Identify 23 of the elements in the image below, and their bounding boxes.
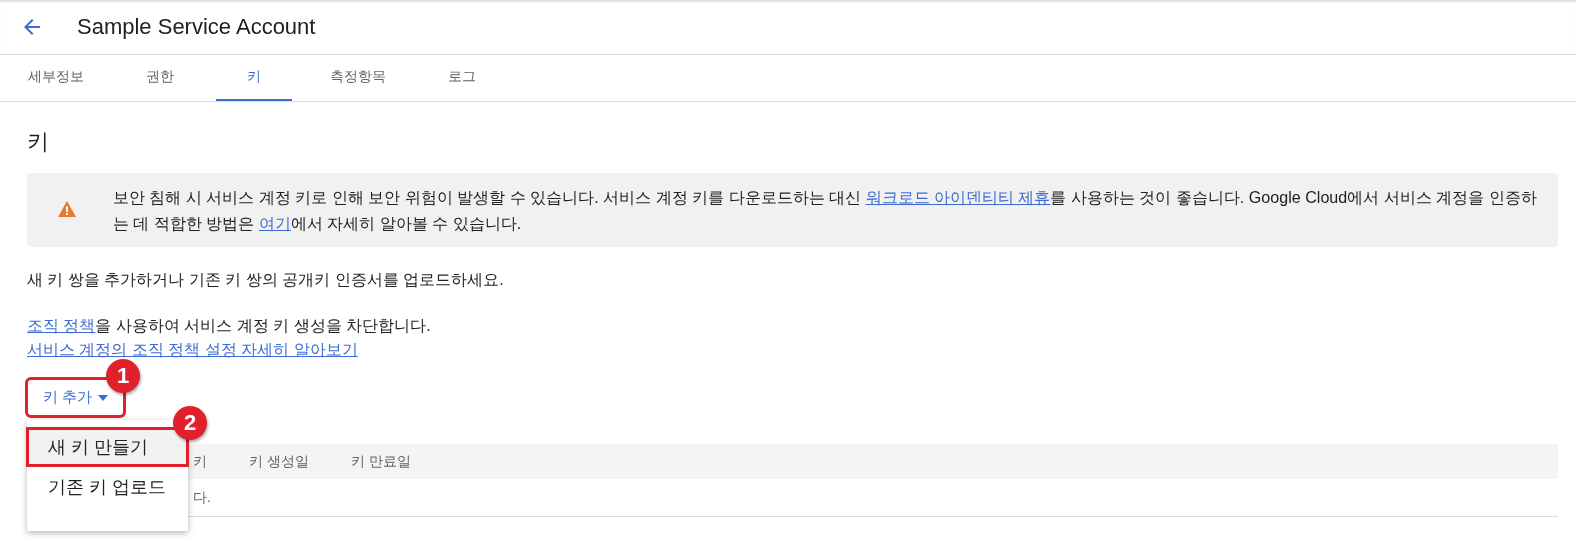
warning-icon: [57, 199, 77, 219]
column-header: 키 생성일: [249, 452, 309, 471]
tab[interactable]: 키: [216, 55, 292, 101]
link[interactable]: 조직 정책: [27, 316, 96, 334]
caret-down-icon: [98, 394, 109, 401]
link[interactable]: 여기: [258, 214, 291, 232]
intro-text: 새 키 쌍을 추가하거나 기존 키 쌍의 공개키 인증서를 업로드하세요.: [27, 269, 505, 290]
menu-item[interactable]: 기존 키 업로드: [27, 468, 188, 506]
step-badge: 1: [106, 359, 140, 393]
tab[interactable]: 권한: [122, 55, 198, 101]
section-title: 키: [27, 128, 50, 156]
column-header: 키 만료일: [350, 452, 411, 471]
learn-more-link[interactable]: 서비스 계정의 조직 정책 설정 자세히 알아보기: [27, 340, 358, 358]
policy-text: 조직 정책을 사용하여 서비스 계정 키 생성을 차단합니다.: [27, 315, 432, 336]
step-badge: 2: [173, 406, 207, 440]
page-title: Sample Service Account: [77, 14, 316, 40]
column-header: 키: [193, 452, 207, 471]
tab[interactable]: 세부정보: [8, 55, 104, 101]
warning-text: 보안 침해 시 서비스 계정 키로 인해 보안 위험이 발생할 수 있습니다. 서비스 계정 키를 다운로드하는 대신 워크로드 아이덴티티 제휴를 사용하는 것이 좋습니다. Google Cloud에서 서비스 계정을 인증하는 데 적합한 방법은 여기에서 자세히 알아볼 수 있습니다.: [113, 187, 1538, 234]
tab[interactable]: 로그: [424, 55, 500, 101]
link[interactable]: 워크로드 아이덴티티 제휴: [865, 188, 1051, 206]
empty-table-text: 다.: [193, 488, 211, 507]
tab[interactable]: 측정항목: [310, 55, 406, 101]
